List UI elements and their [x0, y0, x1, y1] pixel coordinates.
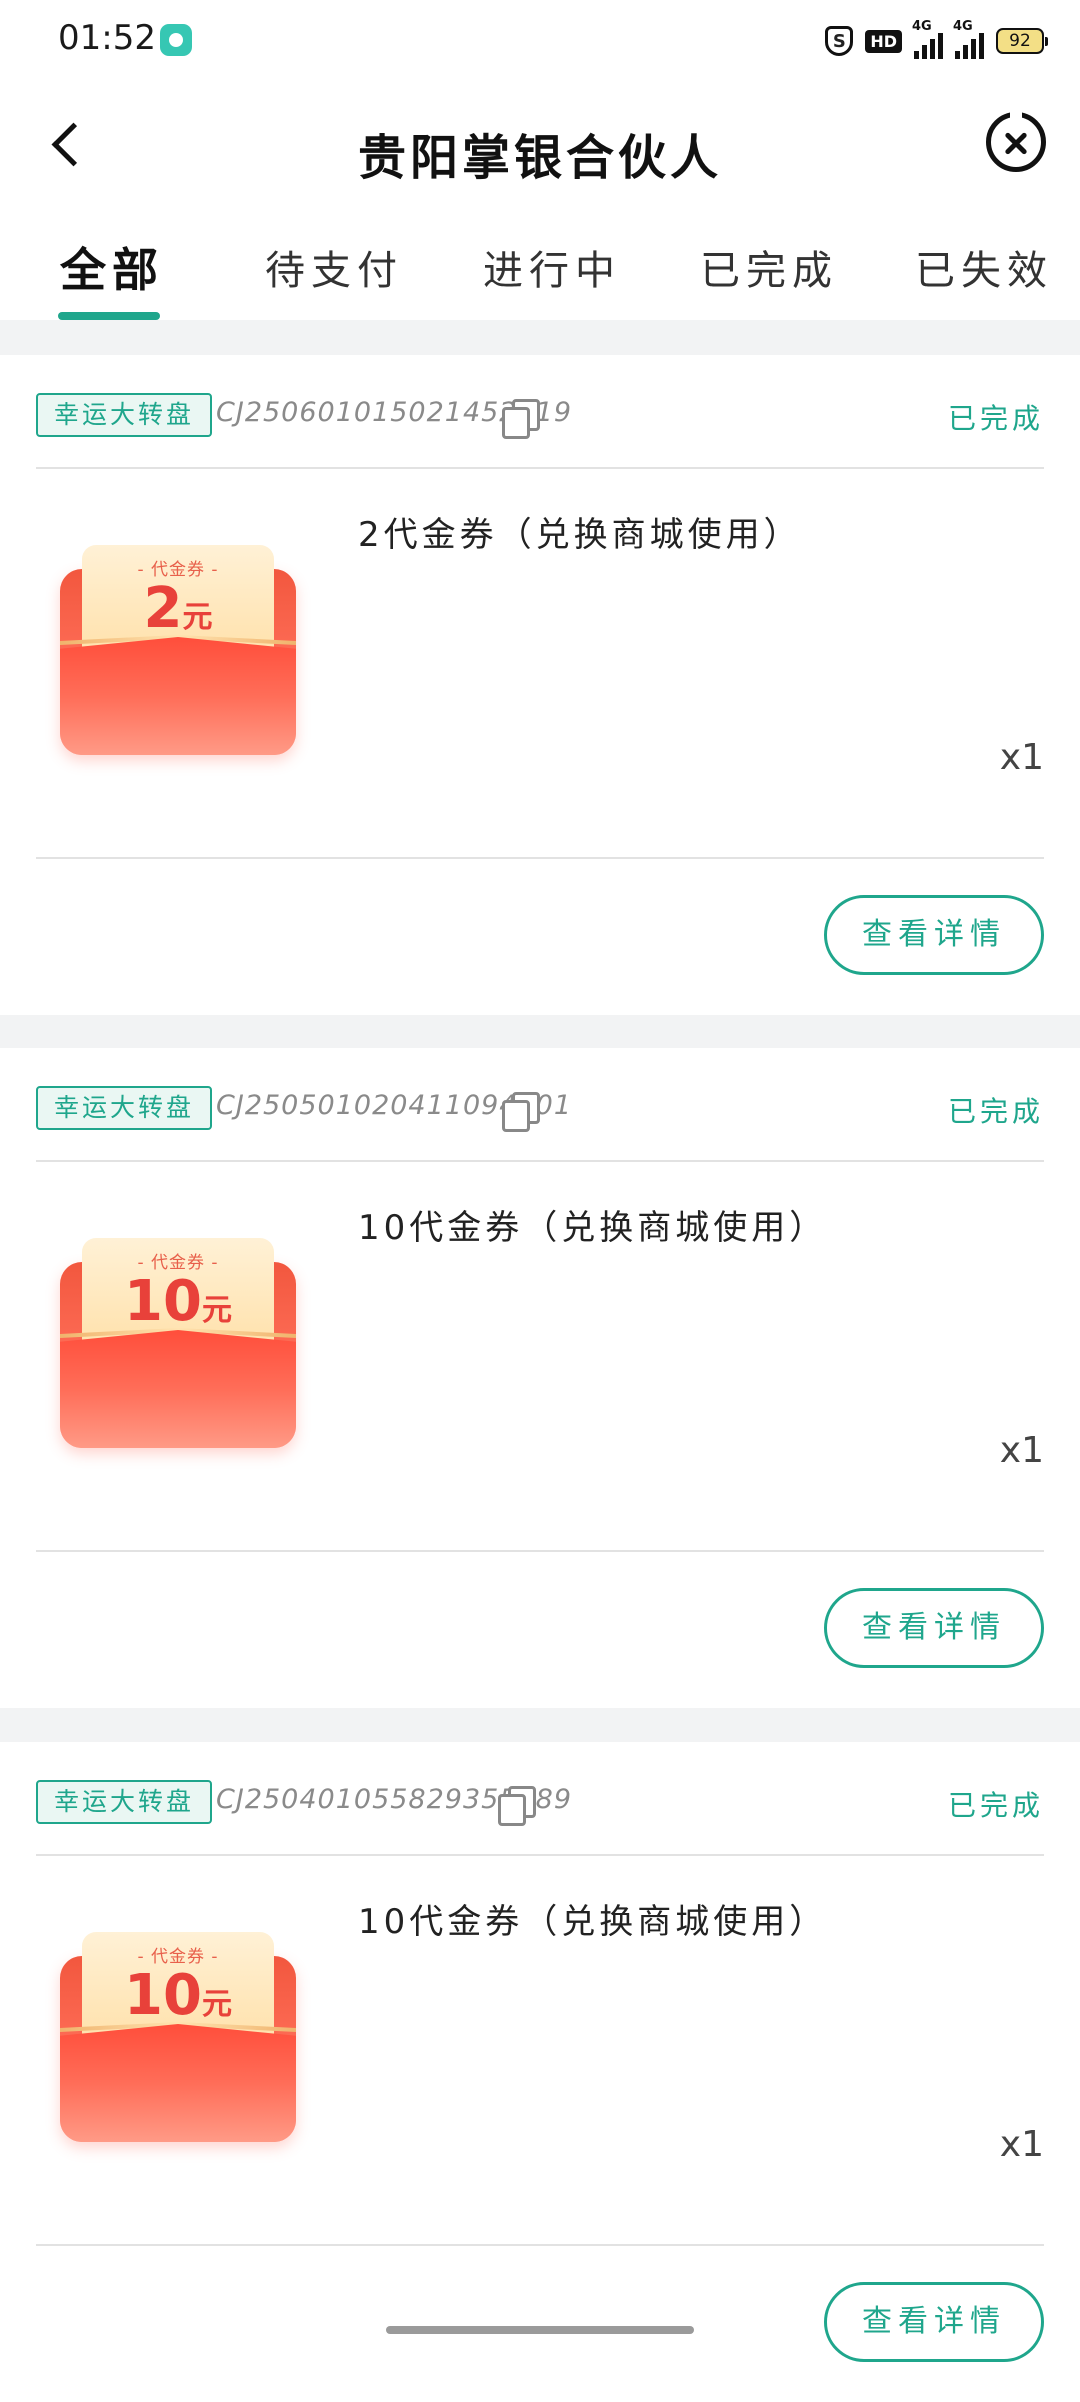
coupon-amount-number: 2 — [143, 576, 183, 641]
order-card: 幸运大转盘 CJ250401055829355689 已完成 - 代金券 - 1… — [0, 1742, 1080, 2402]
app-notification-icon — [160, 24, 192, 56]
order-status: 已完成 — [947, 1789, 1044, 1822]
active-tab-indicator — [58, 312, 160, 320]
view-details-button[interactable]: 查看详情 — [824, 2282, 1044, 2362]
tab-completed[interactable]: 已完成 — [700, 238, 838, 296]
product-quantity: x1 — [999, 737, 1044, 778]
divider — [36, 1550, 1044, 1552]
status-icons: S HD 4G 4G 92 — [825, 19, 1048, 60]
order-card-header: 幸运大转盘 CJ250601015021452319 已完成 — [36, 355, 1044, 469]
coupon-amount: 10元 — [82, 1966, 274, 2026]
coupon-amount-number: 10 — [124, 1269, 202, 1334]
product-name: 10代金券（兑换商城使用） — [358, 1208, 828, 1248]
coupon-thumbnail: - 代金券 - 2元 — [60, 545, 296, 755]
order-status: 已完成 — [947, 402, 1044, 435]
order-card-header: 幸运大转盘 CJ250501020411094601 已完成 — [36, 1048, 1044, 1162]
close-icon-notch — [1010, 107, 1022, 119]
shield-s-icon: S — [825, 26, 854, 56]
order-source-tag: 幸运大转盘 — [36, 393, 213, 437]
battery-level: 92 — [1009, 31, 1031, 51]
order-source-tag: 幸运大转盘 — [36, 1780, 213, 1824]
signal-4g-icon: 4G — [953, 19, 984, 59]
signal-label: 4G — [953, 19, 973, 34]
order-source-tag: 幸运大转盘 — [36, 1086, 213, 1130]
copy-icon[interactable] — [502, 1092, 540, 1132]
home-indicator[interactable] — [386, 2326, 694, 2334]
coupon-thumbnail: - 代金券 - 10元 — [60, 1932, 296, 2142]
navigation-bar: 贵阳掌银合伙人 — [0, 80, 1080, 210]
copy-icon[interactable] — [502, 399, 540, 439]
signal-4g-icon: 4G — [912, 19, 943, 59]
order-status: 已完成 — [947, 1095, 1044, 1128]
status-time: 01:52 — [58, 18, 156, 58]
coupon-amount-unit: 元 — [201, 1293, 232, 1328]
product-quantity: x1 — [999, 2124, 1044, 2165]
coupon-amount: 10元 — [82, 1272, 274, 1332]
order-card-header: 幸运大转盘 CJ250401055829355689 已完成 — [36, 1742, 1044, 1856]
coupon-amount-number: 10 — [124, 1963, 202, 2028]
signal-label: 4G — [912, 19, 932, 34]
tab-all[interactable]: 全部 — [60, 234, 164, 300]
coupon-thumbnail: - 代金券 - 10元 — [60, 1238, 296, 1448]
view-details-button[interactable]: 查看详情 — [824, 1588, 1044, 1668]
product-quantity: x1 — [999, 1430, 1044, 1471]
tab-expired[interactable]: 已失效 — [915, 238, 1053, 296]
divider — [36, 2244, 1044, 2246]
coupon-amount-unit: 元 — [201, 1987, 232, 2022]
order-status-tabs: 全部 待支付 进行中 已完成 已失效 — [0, 210, 1080, 320]
coupon-amount-unit: 元 — [182, 600, 213, 635]
view-details-button[interactable]: 查看详情 — [824, 895, 1044, 975]
product-name: 10代金券（兑换商城使用） — [358, 1902, 828, 1942]
divider — [36, 857, 1044, 859]
status-bar: 01:52 S HD 4G 4G 92 — [0, 0, 1080, 80]
hd-icon: HD — [865, 29, 902, 53]
close-miniapp-icon[interactable] — [986, 107, 1046, 172]
order-card: 幸运大转盘 CJ250501020411094601 已完成 - 代金券 - 1… — [0, 1048, 1080, 1708]
tab-pending-payment[interactable]: 待支付 — [265, 238, 403, 296]
battery-icon: 92 — [996, 28, 1048, 54]
tab-in-progress[interactable]: 进行中 — [483, 238, 621, 296]
copy-icon[interactable] — [498, 1786, 536, 1826]
order-card: 幸运大转盘 CJ250601015021452319 已完成 - 代金券 - 2… — [0, 355, 1080, 1015]
coupon-amount: 2元 — [82, 579, 274, 639]
product-name: 2代金券（兑换商城使用） — [358, 515, 802, 555]
page-title: 贵阳掌银合伙人 — [357, 130, 722, 186]
